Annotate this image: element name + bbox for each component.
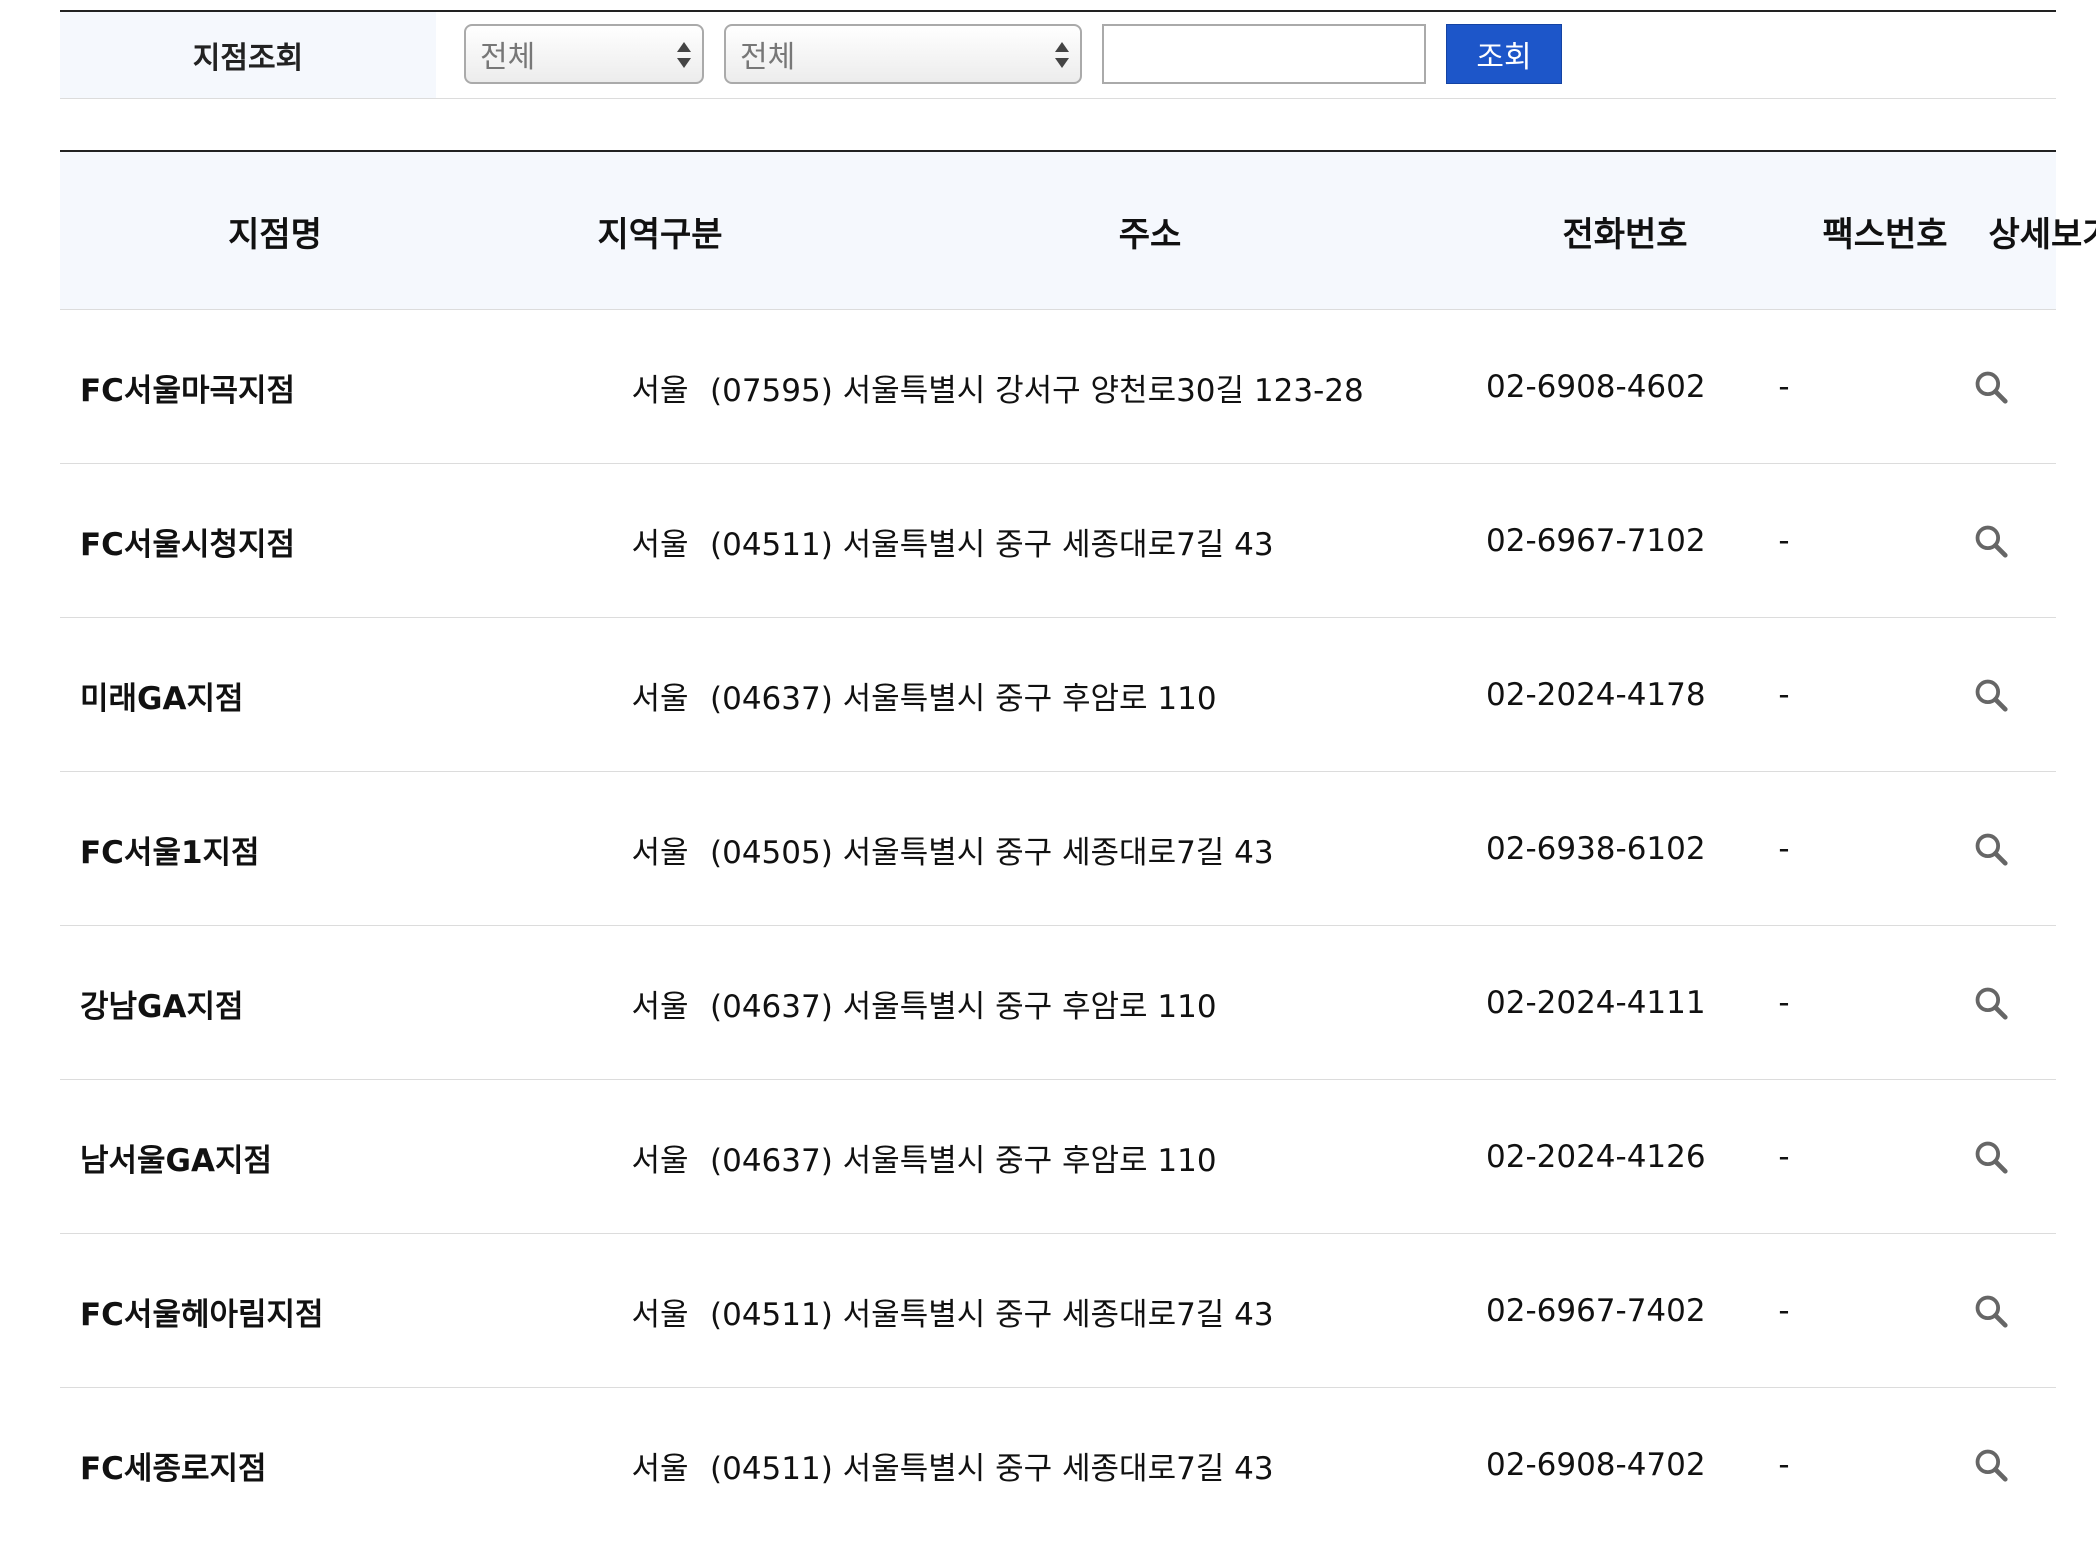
header-address: 주소 bbox=[1118, 214, 1182, 255]
branch-name: 남서울GA지점 bbox=[80, 1142, 273, 1179]
phone: 02-2024-4178 bbox=[1486, 677, 1706, 713]
detail-button[interactable] bbox=[1946, 464, 2036, 618]
table-row: 미래GA지점 서울 (04637) 서울특별시 중구 후암로 110 02-20… bbox=[60, 618, 2056, 772]
branch-name: FC서울마곡지점 bbox=[80, 372, 296, 409]
phone: 02-6908-4702 bbox=[1486, 1447, 1706, 1483]
district-select-value: 전체 bbox=[740, 40, 796, 75]
branch-table: 지점명 지역구분 주소 전화번호 팩스번호 상세보기 FC서울마곡지점 서울 (… bbox=[60, 150, 2096, 1542]
table-header: 지점명 지역구분 주소 전화번호 팩스번호 상세보기 bbox=[60, 152, 2096, 310]
phone: 02-2024-4126 bbox=[1486, 1139, 1706, 1175]
table-row: FC세종로지점 서울 (04511) 서울특별시 중구 세종대로7길 43 02… bbox=[60, 1388, 2056, 1542]
phone: 02-6908-4602 bbox=[1486, 369, 1706, 405]
region-select-value: 전체 bbox=[480, 40, 536, 75]
phone: 02-6967-7402 bbox=[1486, 1293, 1706, 1329]
fax: - bbox=[1778, 831, 1790, 867]
search-icon bbox=[1975, 987, 2008, 1020]
detail-button[interactable] bbox=[1946, 926, 2036, 1080]
header-phone: 전화번호 bbox=[1562, 214, 1688, 255]
branch-search-bar: 지점조회 전체 전체 조회 bbox=[60, 10, 2056, 99]
branch-name: 강남GA지점 bbox=[80, 988, 244, 1025]
detail-button[interactable] bbox=[1946, 310, 2036, 464]
fax: - bbox=[1778, 985, 1790, 1021]
fax: - bbox=[1778, 369, 1790, 405]
table-body: FC서울마곡지점 서울 (07595) 서울특별시 강서구 양천로30길 123… bbox=[60, 310, 2056, 1542]
phone: 02-2024-4111 bbox=[1486, 985, 1706, 1021]
table-row: 남서울GA지점 서울 (04637) 서울특별시 중구 후암로 110 02-2… bbox=[60, 1080, 2056, 1234]
branch-name: FC서울시청지점 bbox=[80, 526, 296, 563]
address: (04505) 서울특별시 중구 세종대로7길 43 bbox=[710, 834, 1274, 871]
branch-name: FC세종로지점 bbox=[80, 1450, 267, 1487]
select-arrows-icon bbox=[676, 40, 692, 70]
phone: 02-6938-6102 bbox=[1486, 831, 1706, 867]
branch-name: FC서울1지점 bbox=[80, 834, 260, 871]
address: (04637) 서울특별시 중구 후암로 110 bbox=[710, 680, 1217, 717]
fax: - bbox=[1778, 523, 1790, 559]
header-branch-name: 지점명 bbox=[228, 214, 322, 255]
phone: 02-6967-7102 bbox=[1486, 523, 1706, 559]
detail-button[interactable] bbox=[1946, 1388, 2036, 1542]
search-icon bbox=[1975, 679, 2008, 712]
detail-button[interactable] bbox=[1946, 618, 2036, 772]
search-icon bbox=[1975, 1449, 2008, 1482]
fax: - bbox=[1778, 1139, 1790, 1175]
search-icon bbox=[1975, 525, 2008, 558]
search-icon bbox=[1975, 833, 2008, 866]
table-row: FC서울시청지점 서울 (04511) 서울특별시 중구 세종대로7길 43 0… bbox=[60, 464, 2056, 618]
detail-button[interactable] bbox=[1946, 1234, 2036, 1388]
address: (04637) 서울특별시 중구 후암로 110 bbox=[710, 1142, 1217, 1179]
search-icon bbox=[1975, 371, 2008, 404]
address: (04511) 서울특별시 중구 세종대로7길 43 bbox=[710, 1450, 1274, 1487]
table-row: FC서울1지점 서울 (04505) 서울특별시 중구 세종대로7길 43 02… bbox=[60, 772, 2056, 926]
address: (04511) 서울특별시 중구 세종대로7길 43 bbox=[710, 526, 1274, 563]
branch-name: 미래GA지점 bbox=[80, 680, 244, 717]
table-row: 강남GA지점 서울 (04637) 서울특별시 중구 후암로 110 02-20… bbox=[60, 926, 2056, 1080]
detail-button[interactable] bbox=[1946, 1080, 2036, 1234]
branch-name-input[interactable] bbox=[1102, 24, 1426, 84]
fax: - bbox=[1778, 677, 1790, 713]
fax: - bbox=[1778, 1293, 1790, 1329]
search-icon bbox=[1975, 1141, 2008, 1174]
header-detail: 상세보기 bbox=[1988, 214, 2096, 255]
select-arrows-icon bbox=[1054, 40, 1070, 70]
table-row: FC서울마곡지점 서울 (07595) 서울특별시 강서구 양천로30길 123… bbox=[60, 310, 2056, 464]
search-icon bbox=[1975, 1295, 2008, 1328]
district-select[interactable]: 전체 bbox=[724, 24, 1082, 84]
region-select[interactable]: 전체 bbox=[464, 24, 704, 84]
address: (04511) 서울특별시 중구 세종대로7길 43 bbox=[710, 1296, 1274, 1333]
fax: - bbox=[1778, 1447, 1790, 1483]
address: (07595) 서울특별시 강서구 양천로30길 123-28 bbox=[710, 372, 1364, 409]
table-row: FC서울헤아림지점 서울 (04511) 서울특별시 중구 세종대로7길 43 … bbox=[60, 1234, 2056, 1388]
branch-name: FC서울헤아림지점 bbox=[80, 1296, 324, 1333]
address: (04637) 서울특별시 중구 후암로 110 bbox=[710, 988, 1217, 1025]
search-label: 지점조회 bbox=[60, 12, 436, 98]
detail-button[interactable] bbox=[1946, 772, 2036, 926]
search-button[interactable]: 조회 bbox=[1446, 24, 1562, 84]
